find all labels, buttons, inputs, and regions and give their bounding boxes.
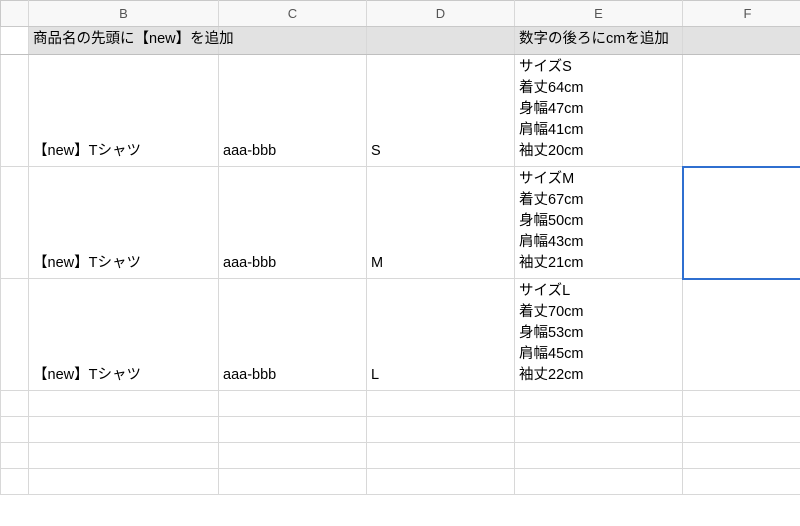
cell-empty[interactable] — [219, 391, 367, 417]
cell-empty[interactable] — [367, 417, 515, 443]
cell-header-E[interactable]: 数字の後ろにcmを追加 — [515, 27, 683, 55]
cell-empty[interactable] — [515, 391, 683, 417]
cell-B[interactable]: 【new】Tシャツ — [29, 279, 219, 391]
column-header-row: B C D E F — [1, 1, 800, 27]
cell-D[interactable]: S — [367, 55, 515, 167]
cell-empty[interactable] — [29, 469, 219, 495]
column-header-B[interactable]: B — [29, 1, 219, 27]
table-row: 【new】Tシャツ aaa-bbb S サイズS 着丈64cm 身幅47cm 肩… — [1, 55, 800, 167]
row-header-stub[interactable] — [1, 469, 29, 495]
cell-empty[interactable] — [367, 469, 515, 495]
cell-empty[interactable] — [29, 391, 219, 417]
row-header-stub[interactable] — [1, 55, 29, 167]
column-header-E[interactable]: E — [515, 1, 683, 27]
cell-C[interactable]: aaa-bbb — [219, 55, 367, 167]
cell-empty[interactable] — [515, 417, 683, 443]
cell-empty[interactable] — [219, 443, 367, 469]
cell-C[interactable]: aaa-bbb — [219, 167, 367, 279]
cell-F[interactable] — [683, 55, 800, 167]
column-header-F[interactable]: F — [683, 1, 800, 27]
cell-D[interactable]: L — [367, 279, 515, 391]
cell-header-D[interactable] — [367, 27, 515, 55]
cell-empty[interactable] — [683, 443, 800, 469]
cell-empty[interactable] — [515, 443, 683, 469]
cell-empty[interactable] — [29, 417, 219, 443]
cell-header-C[interactable] — [219, 27, 367, 55]
cell-empty[interactable] — [29, 443, 219, 469]
table-row — [1, 443, 800, 469]
cell-F[interactable] — [683, 279, 800, 391]
row-header-stub[interactable] — [1, 279, 29, 391]
select-all-corner[interactable] — [1, 1, 29, 27]
cell-empty[interactable] — [219, 417, 367, 443]
cell-empty[interactable] — [367, 443, 515, 469]
cell-empty[interactable] — [683, 469, 800, 495]
row-header-stub[interactable] — [1, 391, 29, 417]
cell-B[interactable]: 【new】Tシャツ — [29, 55, 219, 167]
cell-E[interactable]: サイズS 着丈64cm 身幅47cm 肩幅41cm 袖丈20cm — [515, 55, 683, 167]
table-row: 【new】Tシャツ aaa-bbb M サイズM 着丈67cm 身幅50cm 肩… — [1, 167, 800, 279]
sheet-header-row: 商品名の先頭に【new】を追加 数字の後ろにcmを追加 — [1, 27, 800, 55]
cell-empty[interactable] — [367, 391, 515, 417]
cell-header-B[interactable]: 商品名の先頭に【new】を追加 — [29, 27, 219, 55]
cell-empty[interactable] — [683, 391, 800, 417]
cell-D[interactable]: M — [367, 167, 515, 279]
cell-F-selected[interactable] — [683, 167, 800, 279]
spreadsheet-viewport: B C D E F 商品名の先頭に【new】を追加 数字の後ろにcmを追加 【n… — [0, 0, 800, 526]
row-header-stub[interactable] — [1, 167, 29, 279]
cell-empty[interactable] — [219, 469, 367, 495]
column-header-C[interactable]: C — [219, 1, 367, 27]
row-header-stub[interactable] — [1, 417, 29, 443]
cell-empty[interactable] — [515, 469, 683, 495]
table-row — [1, 469, 800, 495]
cell-C[interactable]: aaa-bbb — [219, 279, 367, 391]
table-row — [1, 391, 800, 417]
row-header-stub[interactable] — [1, 443, 29, 469]
cell-empty[interactable] — [683, 417, 800, 443]
cell-E[interactable]: サイズM 着丈67cm 身幅50cm 肩幅43cm 袖丈21cm — [515, 167, 683, 279]
table-row: 【new】Tシャツ aaa-bbb L サイズL 着丈70cm 身幅53cm 肩… — [1, 279, 800, 391]
row-header-stub[interactable] — [1, 27, 29, 55]
column-header-D[interactable]: D — [367, 1, 515, 27]
table-row — [1, 417, 800, 443]
cell-header-F[interactable] — [683, 27, 800, 55]
cell-B[interactable]: 【new】Tシャツ — [29, 167, 219, 279]
cell-E[interactable]: サイズL 着丈70cm 身幅53cm 肩幅45cm 袖丈22cm — [515, 279, 683, 391]
spreadsheet-grid[interactable]: B C D E F 商品名の先頭に【new】を追加 数字の後ろにcmを追加 【n… — [0, 0, 800, 495]
